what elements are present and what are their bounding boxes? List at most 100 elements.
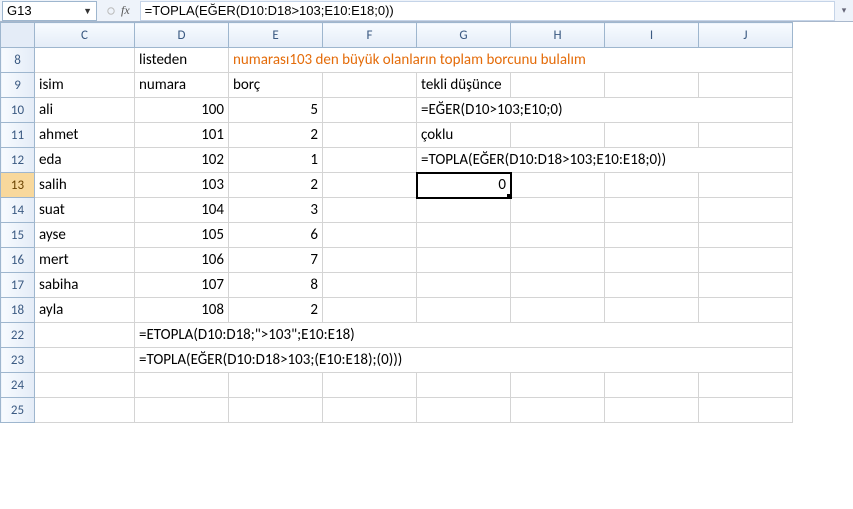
- cell[interactable]: [699, 73, 793, 98]
- cell[interactable]: [323, 248, 417, 273]
- cell[interactable]: [35, 398, 135, 423]
- cell[interactable]: [699, 398, 793, 423]
- cell[interactable]: [511, 173, 605, 198]
- cell[interactable]: [605, 73, 699, 98]
- col-header[interactable]: I: [605, 23, 699, 48]
- row-header[interactable]: 24: [1, 373, 35, 398]
- row-header[interactable]: 8: [1, 48, 35, 73]
- cell[interactable]: ahmet: [35, 123, 135, 148]
- cell[interactable]: [417, 223, 511, 248]
- cell[interactable]: [35, 48, 135, 73]
- row-header[interactable]: 22: [1, 323, 35, 348]
- cell[interactable]: [417, 198, 511, 223]
- col-header[interactable]: C: [35, 23, 135, 48]
- cell[interactable]: [511, 123, 605, 148]
- row-header[interactable]: 25: [1, 398, 35, 423]
- cell[interactable]: 1: [229, 148, 323, 173]
- cell[interactable]: [229, 398, 323, 423]
- row-header[interactable]: 16: [1, 248, 35, 273]
- row-header[interactable]: 17: [1, 273, 35, 298]
- cell[interactable]: 102: [135, 148, 229, 173]
- cell[interactable]: [699, 198, 793, 223]
- cell[interactable]: [699, 373, 793, 398]
- cell[interactable]: [417, 273, 511, 298]
- col-header[interactable]: J: [699, 23, 793, 48]
- cell[interactable]: [323, 198, 417, 223]
- cell[interactable]: 101: [135, 123, 229, 148]
- cell[interactable]: [605, 198, 699, 223]
- row-header[interactable]: 23: [1, 348, 35, 373]
- cell[interactable]: numarası103 den büyük olanların toplam b…: [229, 48, 793, 73]
- cell[interactable]: [323, 173, 417, 198]
- cell[interactable]: [511, 398, 605, 423]
- cell[interactable]: 2: [229, 123, 323, 148]
- row-header[interactable]: 13: [1, 173, 35, 198]
- cell[interactable]: [323, 373, 417, 398]
- cell[interactable]: [511, 298, 605, 323]
- cell[interactable]: [35, 373, 135, 398]
- cell[interactable]: [417, 298, 511, 323]
- cell[interactable]: salih: [35, 173, 135, 198]
- formula-expand-icon[interactable]: ▾: [835, 5, 853, 16]
- cell[interactable]: [605, 173, 699, 198]
- col-header[interactable]: G: [417, 23, 511, 48]
- cell[interactable]: 8: [229, 273, 323, 298]
- name-box[interactable]: G13 ▼: [2, 1, 97, 21]
- cell[interactable]: [605, 273, 699, 298]
- cell[interactable]: [699, 248, 793, 273]
- cell[interactable]: [511, 373, 605, 398]
- formula-input[interactable]: =TOPLA(EĞER(D10:D18>103;E10:E18;0)): [140, 1, 835, 21]
- cell[interactable]: 105: [135, 223, 229, 248]
- cell[interactable]: 106: [135, 248, 229, 273]
- cell[interactable]: numara: [135, 73, 229, 98]
- cell[interactable]: [323, 298, 417, 323]
- cell[interactable]: [323, 98, 417, 123]
- cell[interactable]: =EĞER(D10>103;E10;0): [417, 98, 793, 123]
- cell[interactable]: borç: [229, 73, 323, 98]
- row-header[interactable]: 11: [1, 123, 35, 148]
- cell[interactable]: 107: [135, 273, 229, 298]
- expand-icon[interactable]: [103, 3, 119, 19]
- cell[interactable]: [605, 398, 699, 423]
- cell[interactable]: [511, 223, 605, 248]
- cell[interactable]: çoklu: [417, 123, 511, 148]
- cell[interactable]: [511, 73, 605, 98]
- cell[interactable]: 2: [229, 298, 323, 323]
- row-header[interactable]: 10: [1, 98, 35, 123]
- cell[interactable]: [699, 173, 793, 198]
- cell[interactable]: 100: [135, 98, 229, 123]
- cell[interactable]: tekli düşünce: [417, 73, 511, 98]
- col-header[interactable]: D: [135, 23, 229, 48]
- cell[interactable]: [699, 223, 793, 248]
- spreadsheet-grid[interactable]: C D E F G H I J 8listedennumarası103 den…: [0, 22, 793, 423]
- row-header[interactable]: 9: [1, 73, 35, 98]
- cell[interactable]: ali: [35, 98, 135, 123]
- col-header[interactable]: F: [323, 23, 417, 48]
- cell[interactable]: [323, 148, 417, 173]
- cell[interactable]: [511, 248, 605, 273]
- cell[interactable]: [605, 123, 699, 148]
- fx-icon[interactable]: fx: [121, 3, 130, 18]
- cell[interactable]: [417, 248, 511, 273]
- cell[interactable]: [699, 123, 793, 148]
- cell[interactable]: [135, 373, 229, 398]
- row-header[interactable]: 15: [1, 223, 35, 248]
- cell[interactable]: 108: [135, 298, 229, 323]
- cell[interactable]: [605, 298, 699, 323]
- cell[interactable]: 104: [135, 198, 229, 223]
- cell[interactable]: [323, 273, 417, 298]
- cell[interactable]: =TOPLA(EĞER(D10:D18>103;(E10:E18);(0))): [135, 348, 793, 373]
- cell[interactable]: 5: [229, 98, 323, 123]
- cell[interactable]: mert: [35, 248, 135, 273]
- cell[interactable]: 7: [229, 248, 323, 273]
- cell[interactable]: [323, 73, 417, 98]
- cell[interactable]: [35, 323, 135, 348]
- cell[interactable]: [229, 373, 323, 398]
- cell[interactable]: 3: [229, 198, 323, 223]
- cell[interactable]: eda: [35, 148, 135, 173]
- cell[interactable]: [323, 123, 417, 148]
- cell[interactable]: [35, 348, 135, 373]
- cell[interactable]: [699, 273, 793, 298]
- cell[interactable]: sabiha: [35, 273, 135, 298]
- col-header[interactable]: H: [511, 23, 605, 48]
